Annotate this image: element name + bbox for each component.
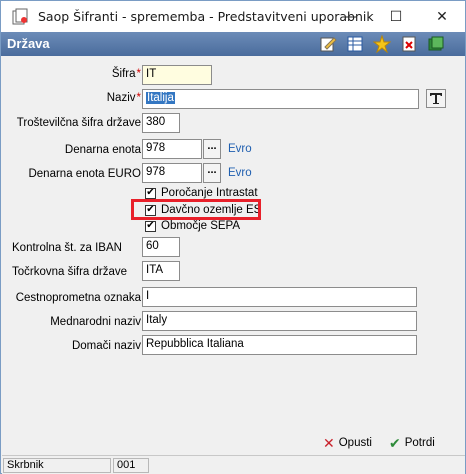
naziv-field[interactable]: Italija [142, 89, 419, 109]
title-bar: Saop Šifranti - sprememba - Predstavitve… [1, 1, 465, 32]
window-title: Saop Šifranti - sprememba - Predstavitve… [38, 9, 374, 24]
close-button[interactable]: ✕ [419, 1, 465, 32]
cestnoprometna-field[interactable]: I [142, 287, 417, 307]
denarna-enota-label: Denarna enota [64, 144, 141, 156]
checkbox-box[interactable]: ✔ [145, 187, 156, 199]
trostevilcna-label: Troštevilčna šifra države [16, 117, 141, 129]
domaci-label: Domači naziv [71, 340, 141, 352]
section-title: Država [7, 36, 50, 51]
section-header: Država [1, 32, 465, 56]
book-icon[interactable] [427, 35, 445, 53]
minimize-button[interactable]: — [327, 1, 373, 32]
mednarodni-field[interactable]: Italy [142, 311, 417, 331]
kontrolna-label: Kontrolna št. za IBAN [12, 242, 122, 254]
denarna-enota-euro-field[interactable]: 978 [142, 163, 202, 183]
denarna-enota-field[interactable]: 978 [142, 139, 202, 159]
delete-icon[interactable] [400, 35, 418, 53]
kontrolna-field[interactable]: 60 [142, 237, 180, 257]
status-bar: Skrbnik 001 [2, 455, 465, 474]
maximize-button[interactable]: ☐ [373, 1, 419, 32]
app-icon [12, 8, 28, 25]
mednarodni-label: Mednarodni naziv [50, 316, 141, 328]
status-code: 001 [113, 458, 149, 473]
translate-button[interactable] [426, 89, 446, 108]
sifra-label: Šifra* [111, 68, 141, 80]
checkmark-icon: ✔ [389, 434, 401, 451]
edit-icon[interactable] [319, 35, 337, 53]
dialog-window: Saop Šifranti - sprememba - Predstavitve… [0, 0, 466, 474]
trocrkovna-field[interactable]: ITA [142, 261, 180, 281]
cestnoprometna-label: Cestnoprometna oznaka [15, 292, 141, 304]
denarna-enota-link[interactable]: Evro [228, 143, 252, 155]
table-icon[interactable] [346, 35, 364, 53]
cancel-icon: ✕ [323, 434, 335, 451]
denarna-enota-euro-link[interactable]: Evro [228, 167, 252, 179]
text-format-icon [430, 93, 442, 104]
denarna-enota-euro-label: Denarna enota EURO [28, 168, 141, 180]
highlight-box [131, 199, 261, 220]
domaci-field[interactable]: Repubblica Italiana [142, 335, 417, 355]
status-user: Skrbnik [3, 458, 111, 473]
form-content: Šifra* IT Naziv* Italija Troštevilčna ši… [2, 56, 465, 455]
sifra-field[interactable]: IT [142, 65, 212, 85]
checkbox-porocanje-intrastat[interactable]: ✔ Poročanje Intrastat [145, 186, 258, 200]
cancel-button[interactable]: ✕ Opusti [323, 433, 372, 453]
naziv-label: Naziv* [106, 92, 141, 104]
trocrkovna-label: Točrkovna šifra države [12, 266, 128, 278]
checkbox-obmocje-sepa[interactable]: ✔ Območje SEPA [145, 219, 240, 233]
denarna-enota-euro-lookup-button[interactable]: ... [203, 163, 221, 183]
checkbox-box[interactable]: ✔ [145, 220, 156, 232]
confirm-button[interactable]: ✔ Potrdi [389, 433, 435, 453]
denarna-enota-lookup-button[interactable]: ... [203, 139, 221, 159]
star-icon[interactable] [373, 35, 391, 53]
trostevilcna-field[interactable]: 380 [142, 113, 180, 133]
